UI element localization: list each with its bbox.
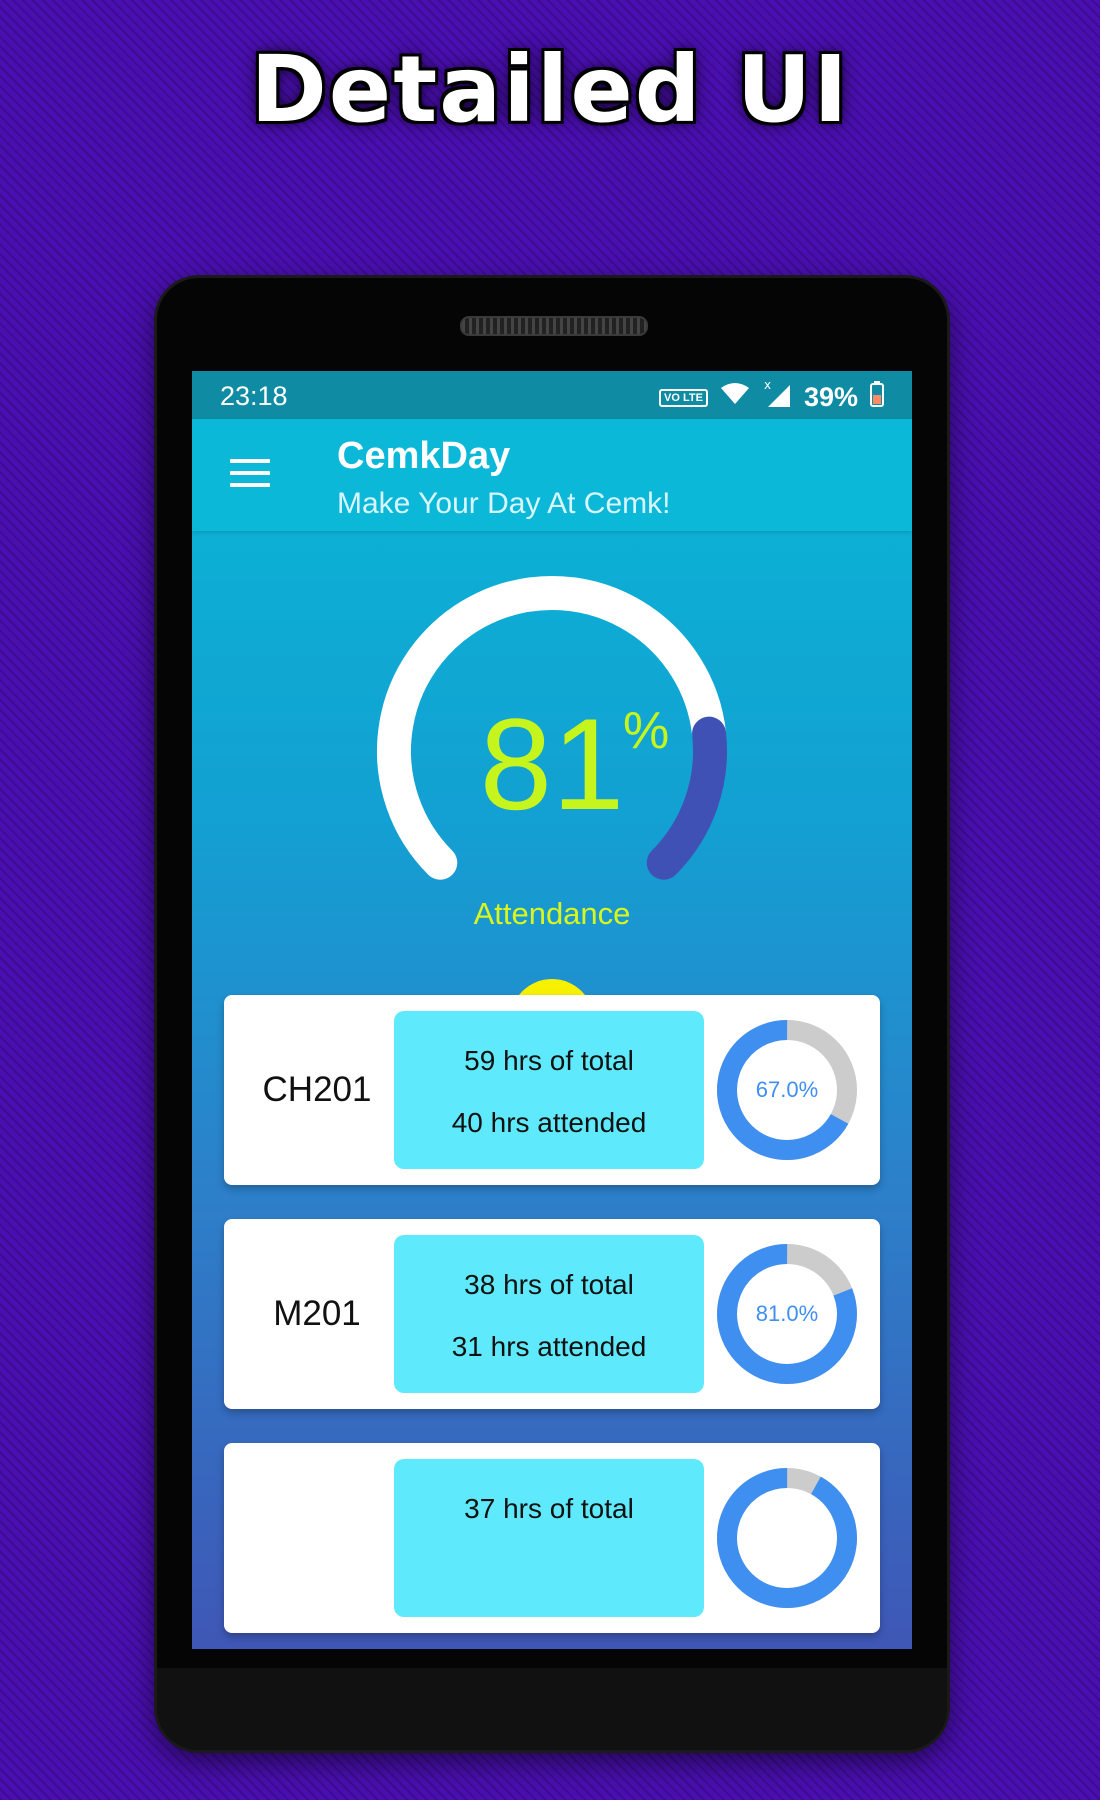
donut-percent-label [712,1463,862,1613]
volte-icon: VO LTE [659,388,708,407]
status-bar: 23:18 VO LTE x 39% [192,371,912,419]
course-percent-donut: 81.0% [712,1239,862,1389]
menu-icon[interactable] [230,459,270,489]
course-percent-donut: 67.0% [712,1015,862,1165]
total-hours: 37 hrs of total [464,1493,634,1524]
course-card[interactable]: M201 38 hrs of total 31 hrs attended 81.0% [224,1219,880,1409]
app-bar: CemkDay Make Your Day At Cemk! [192,419,912,531]
phone-chin [157,1668,947,1750]
donut-percent-label: 67.0% [755,1077,819,1102]
gauge-unit: % [623,702,670,760]
app-title: CemkDay [337,435,511,477]
attendance-gauge: 81 % Attendance [335,551,769,931]
course-card[interactable]: CH201 59 hrs of total 40 hrs attended 67.0% [224,995,880,1185]
course-percent-donut [712,1463,862,1613]
phone-speaker [460,316,648,336]
svg-text:x: x [764,379,771,392]
wifi-icon [720,382,750,413]
hours-summary: 38 hrs of total 31 hrs attended [394,1235,704,1393]
signal-icon: x [762,378,792,416]
battery-percent: 39% [803,382,858,412]
donut-percent-label: 81.0% [755,1301,819,1326]
attended-hours: 40 hrs attended [451,1107,647,1138]
gauge-value: 81 [479,691,625,837]
total-hours: 38 hrs of total [464,1269,634,1300]
hours-summary: 59 hrs of total 40 hrs attended [394,1011,704,1169]
gauge-label: Attendance [473,896,631,931]
promo-title: Detailed UI [250,36,850,143]
course-code: CH201 [262,1070,372,1109]
attended-hours: 31 hrs attended [451,1331,647,1362]
status-icons: VO LTE x 39% [659,378,884,416]
total-hours: 59 hrs of total [464,1045,634,1076]
battery-icon [870,381,884,414]
phone-frame: 23:18 VO LTE x 39% CemkDay Make Your Day… [157,278,947,1750]
status-time: 23:18 [220,381,288,411]
course-card[interactable]: 37 hrs of total [224,1443,880,1633]
course-code: M201 [273,1294,361,1333]
app-subtitle: Make Your Day At Cemk! [337,487,671,520]
course-code [224,1443,410,1633]
hours-summary: 37 hrs of total [394,1459,704,1617]
app-screen: 23:18 VO LTE x 39% CemkDay Make Your Day… [192,371,912,1649]
